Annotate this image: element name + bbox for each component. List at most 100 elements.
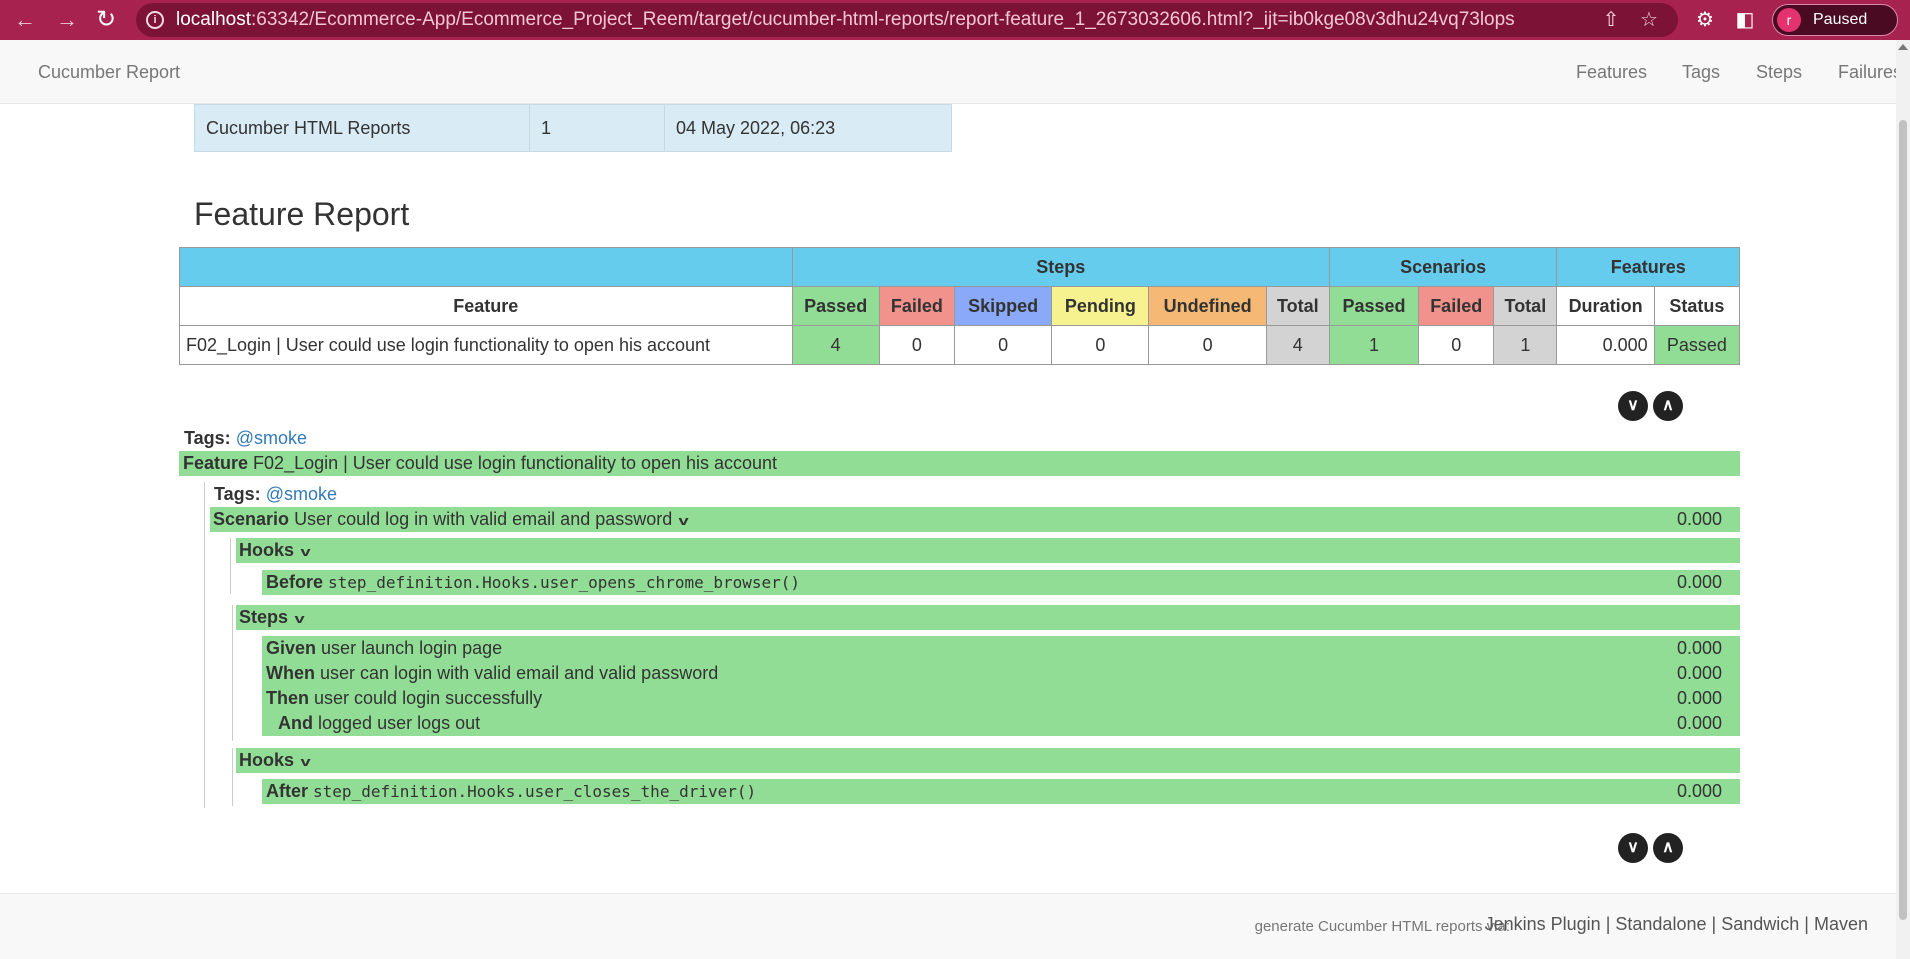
footer-link-standalone[interactable]: Standalone — [1615, 914, 1706, 934]
puzzle-icon[interactable]: ⚙ — [1692, 7, 1718, 33]
step-text: user launch login page — [321, 638, 503, 658]
feature-title: F02_Login | User could use login functio… — [253, 453, 778, 473]
forward-arrow-icon[interactable]: → — [56, 7, 78, 33]
collapse-all-chevron-up-icon[interactable]: ∧ — [1653, 833, 1683, 863]
col-scenarios-total[interactable]: Total — [1493, 286, 1558, 326]
footer-link-sandwich[interactable]: Sandwich — [1721, 914, 1799, 934]
separator: | — [1804, 914, 1809, 934]
chevron-down-icon[interactable]: v — [295, 606, 305, 631]
step-keyword: Given — [266, 638, 317, 658]
page-footer: generate Cucumber HTML reports via: Jenk… — [0, 893, 1896, 959]
step-duration: 0.000 — [1676, 713, 1722, 733]
scroll-thumb[interactable] — [1899, 120, 1907, 920]
features-group-header: Features — [1556, 247, 1740, 287]
col-passed[interactable]: Passed — [791, 286, 880, 326]
col-scenarios-failed[interactable]: Failed — [1418, 286, 1495, 326]
nav-failures[interactable]: Failures — [1838, 40, 1902, 104]
col-status[interactable]: Status — [1653, 286, 1741, 326]
expand-all-chevron-down-icon[interactable]: ∨ — [1618, 391, 1648, 421]
nav-features[interactable]: Features — [1576, 40, 1647, 104]
pending-cell: 0 — [1051, 325, 1150, 365]
step-duration: 0.000 — [1676, 688, 1722, 708]
step-text: user can login with valid email and vali… — [320, 663, 719, 683]
step-keyword: And — [278, 713, 313, 733]
scenarios-failed-cell: 0 — [1418, 325, 1495, 365]
feature-tags: Tags: @smoke — [184, 428, 307, 449]
summary-date: 04 May 2022, 06:23 — [664, 104, 952, 152]
scenario-bar[interactable]: Scenario User could log in with valid em… — [210, 507, 1740, 532]
side-panel-icon[interactable]: ◧ — [1732, 7, 1758, 33]
chevron-down-icon[interactable]: v — [301, 539, 311, 564]
col-total[interactable]: Total — [1265, 286, 1330, 326]
page-scrollbar[interactable] — [1896, 40, 1910, 959]
steps-indent-line — [232, 605, 233, 741]
scenario-title: User could log in with valid email and p… — [294, 509, 673, 529]
expand-all-chevron-down-icon[interactable]: ∨ — [1618, 833, 1648, 863]
report-navbar: Cucumber Report Features Tags Steps Fail… — [0, 40, 1902, 104]
step-text: user could login successfully — [314, 688, 543, 708]
reload-icon[interactable]: ↻ — [96, 7, 116, 33]
star-icon[interactable]: ☆ — [1636, 7, 1662, 33]
share-icon[interactable]: ⇧ — [1598, 7, 1624, 33]
before-duration: 0.000 — [1676, 572, 1722, 592]
blank-header — [179, 247, 793, 287]
col-scenarios-passed[interactable]: Passed — [1328, 286, 1420, 326]
status-cell: Passed — [1653, 325, 1741, 365]
undefined-cell: 0 — [1148, 325, 1267, 365]
hooks-after-header[interactable]: Hooks v — [236, 748, 1740, 773]
steps-block: Given user launch login page 0.000 When … — [262, 636, 1740, 736]
after-keyword: After — [266, 781, 309, 801]
col-pending[interactable]: Pending — [1051, 286, 1150, 326]
col-failed[interactable]: Failed — [878, 286, 955, 326]
scenarios-passed-cell: 1 — [1328, 325, 1420, 365]
scenario-tags: Tags: @smoke — [214, 484, 337, 505]
feature-tags-label: Tags: — [184, 428, 231, 448]
total-cell: 4 — [1265, 325, 1330, 365]
profile-status: Paused — [1813, 11, 1868, 28]
summary-build: 1 — [529, 104, 665, 152]
url-text[interactable]: localhost:63342/Ecommerce-App/Ecommerce_… — [176, 3, 1516, 37]
chevron-down-icon[interactable]: v — [301, 749, 311, 774]
steps-group-header: Steps — [791, 247, 1330, 287]
after-duration: 0.000 — [1676, 781, 1722, 801]
col-undefined[interactable]: Undefined — [1148, 286, 1267, 326]
info-icon[interactable]: i — [146, 11, 164, 29]
col-skipped[interactable]: Skipped — [953, 286, 1053, 326]
scenario-tag-link[interactable]: @smoke — [266, 484, 337, 504]
feature-indent-line — [204, 482, 205, 808]
nav-tags[interactable]: Tags — [1682, 40, 1720, 104]
scenarios-total-cell: 1 — [1493, 325, 1558, 365]
duration-cell: 0.000 — [1556, 325, 1655, 365]
list-item: When user can login with valid email and… — [266, 661, 718, 686]
footer-link-jenkins[interactable]: Jenkins Plugin — [1485, 914, 1601, 934]
feature-name-cell[interactable]: F02_Login | User could use login functio… — [179, 325, 793, 365]
step-text: logged user logs out — [318, 713, 481, 733]
brand-link[interactable]: Cucumber Report — [38, 40, 180, 104]
steps-header[interactable]: Steps v — [236, 605, 1740, 630]
feature-bar: Feature F02_Login | User could use login… — [179, 451, 1740, 476]
col-duration[interactable]: Duration — [1556, 286, 1655, 326]
browser-toolbar: ← → ↻ i localhost:63342/Ecommerce-App/Ec… — [0, 0, 1910, 40]
list-item: Given user launch login page — [266, 636, 502, 661]
footer-generated-text: generate Cucumber HTML reports via: — [1254, 918, 1510, 935]
chevron-down-icon[interactable]: v — [679, 508, 689, 533]
steps-label: Steps — [239, 607, 289, 627]
feature-tag-link[interactable]: @smoke — [236, 428, 307, 448]
separator: | — [1605, 914, 1611, 934]
page-title: Feature Report — [194, 196, 410, 232]
col-feature[interactable]: Feature — [179, 286, 793, 326]
collapse-all-chevron-up-icon[interactable]: ∧ — [1653, 391, 1683, 421]
scenario-keyword: Scenario — [213, 509, 290, 529]
list-item: And logged user logs out — [278, 711, 480, 736]
hooks-before-header[interactable]: Hooks v — [236, 538, 1740, 563]
step-keyword: Then — [266, 688, 309, 708]
back-arrow-icon[interactable]: ← — [14, 7, 36, 33]
address-bar[interactable]: i localhost:63342/Ecommerce-App/Ecommerc… — [136, 3, 1678, 37]
profile-button[interactable]: r Paused — [1772, 4, 1898, 36]
nav-steps[interactable]: Steps — [1756, 40, 1802, 104]
scroll-up-icon[interactable] — [1898, 44, 1908, 50]
after-hook-row: After step_definition.Hooks.user_closes_… — [262, 779, 1740, 804]
footer-link-maven[interactable]: Maven — [1814, 914, 1868, 934]
hooks-before-label: Hooks — [239, 540, 295, 560]
after-method: step_definition.Hooks.user_closes_the_dr… — [313, 782, 757, 801]
